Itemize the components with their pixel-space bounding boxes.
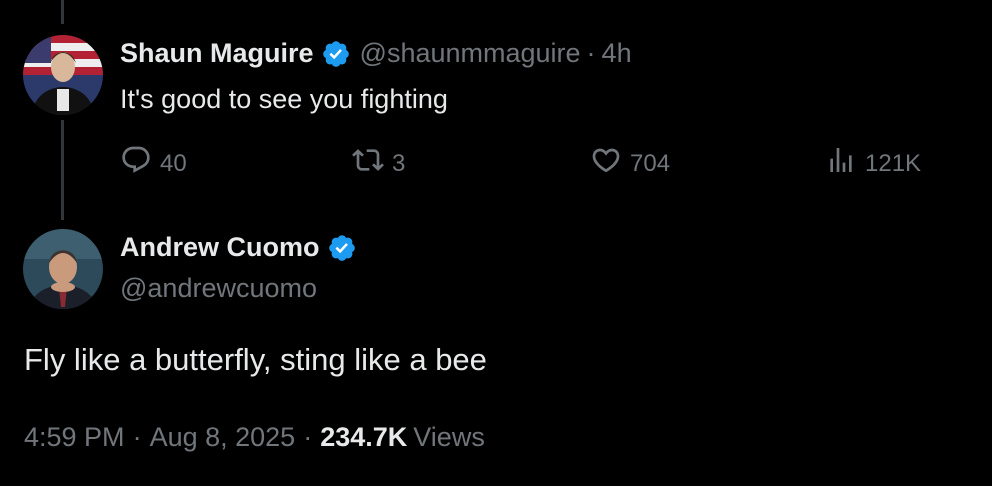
author-handle[interactable]: @andrewcuomo xyxy=(120,273,317,304)
reply-text: It's good to see you fighting xyxy=(120,84,448,114)
verified-badge-icon xyxy=(327,233,357,263)
repost-icon xyxy=(352,144,392,183)
tweet-time[interactable]: 4h xyxy=(602,38,632,69)
author-name[interactable]: Andrew Cuomo xyxy=(120,232,320,263)
separator-dot: · xyxy=(586,38,596,68)
separator-dot: · xyxy=(303,422,313,452)
avatar-shaun[interactable] xyxy=(23,35,103,115)
reply-button[interactable]: 40 xyxy=(120,144,187,183)
repost-button[interactable]: 3 xyxy=(352,144,405,183)
author-handle[interactable]: @shaunmmaguire xyxy=(360,38,581,69)
like-button[interactable]: 704 xyxy=(590,144,670,183)
views-button[interactable]: 121K xyxy=(825,144,921,183)
avatar-cuomo[interactable] xyxy=(23,229,103,309)
views-count: 234.7K xyxy=(320,422,408,452)
reply-icon xyxy=(120,144,160,183)
repost-count: 3 xyxy=(392,149,406,177)
tweet-text: Fly like a butterfly, sting like a bee xyxy=(24,342,487,377)
tweet-meta: 4:59 PM · Aug 8, 2025 · 234.7K Views xyxy=(24,422,485,453)
tweet-date[interactable]: Aug 8, 2025 xyxy=(150,422,296,453)
tweet-time[interactable]: 4:59 PM xyxy=(24,422,125,453)
heart-icon xyxy=(590,144,630,183)
views-label: Views xyxy=(413,422,485,452)
views-count: 121K xyxy=(865,149,922,177)
verified-badge-icon xyxy=(321,39,351,69)
thread-line-connector xyxy=(61,120,64,220)
author-name[interactable]: Shaun Maguire xyxy=(120,38,314,69)
like-count: 704 xyxy=(630,149,671,177)
reply-count: 40 xyxy=(160,149,187,177)
analytics-icon xyxy=(825,144,865,183)
thread-line-top xyxy=(61,0,64,24)
separator-dot: · xyxy=(132,422,142,452)
action-bar: 40 3 704 121K xyxy=(120,144,940,184)
